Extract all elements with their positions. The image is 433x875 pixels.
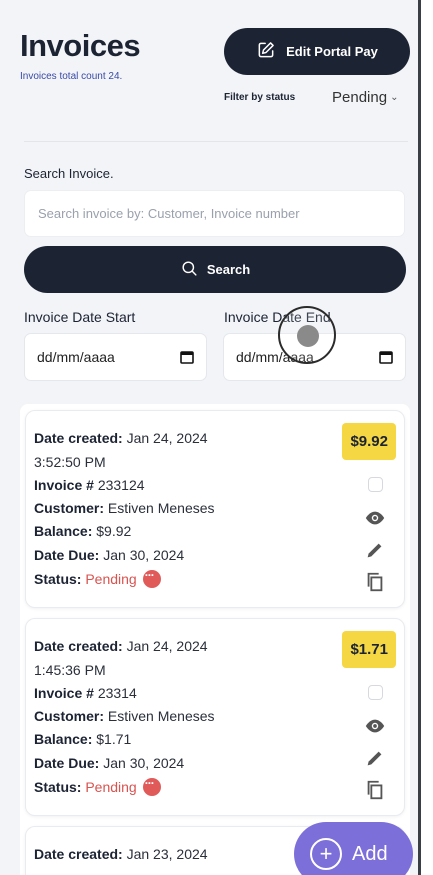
- select-checkbox[interactable]: [368, 685, 383, 700]
- page-title: Invoices: [20, 28, 141, 63]
- status-row: Status: Pending: [34, 776, 161, 796]
- invoice-number-row: Invoice # 23314: [34, 685, 137, 701]
- calendar-icon[interactable]: [180, 350, 194, 364]
- date-created-row: Date created: Jan 24, 2024: [34, 638, 208, 654]
- status-filter-select[interactable]: Pending ⌄: [332, 89, 398, 106]
- edit-pencil-icon[interactable]: [364, 747, 386, 769]
- search-button-label: Search: [206, 262, 251, 277]
- amount-badge: $1.71: [342, 631, 396, 668]
- touch-indicator: [278, 306, 336, 364]
- date-start-label: Invoice Date Start: [24, 309, 136, 325]
- edit-pencil-icon[interactable]: [364, 539, 386, 561]
- select-checkbox[interactable]: [368, 477, 383, 492]
- date-created-row: Date created: Jan 24, 2024: [34, 430, 208, 446]
- status-row: Status: Pending: [34, 568, 161, 588]
- date-due-row: Date Due: Jan 30, 2024: [34, 547, 185, 563]
- window-edge: [418, 0, 433, 875]
- add-button-label: Add: [352, 842, 388, 865]
- chevron-down-icon: ⌄: [390, 92, 399, 103]
- edit-portal-pay-button[interactable]: Edit Portal Pay: [224, 28, 410, 75]
- time-created: 3:52:50 PM: [34, 454, 106, 470]
- search-label: Search Invoice.: [24, 166, 114, 181]
- search-input[interactable]: Search invoice by: Customer, Invoice num…: [24, 190, 405, 237]
- amount-badge: $9.92: [342, 423, 396, 460]
- customer-row: Customer: Estiven Meneses: [34, 500, 215, 516]
- view-eye-icon[interactable]: [364, 715, 386, 737]
- status-filter-value: Pending: [332, 89, 388, 106]
- search-button[interactable]: Search: [24, 246, 406, 293]
- edit-icon: [256, 40, 276, 63]
- search-icon: [180, 259, 199, 281]
- time-created: 1:45:36 PM: [34, 662, 106, 678]
- filter-by-status-label: Filter by status: [224, 92, 296, 103]
- date-due-row: Date Due: Jan 30, 2024: [34, 755, 185, 771]
- invoice-card: Date created: Jan 24, 2024 3:52:50 PM In…: [25, 410, 405, 608]
- add-invoice-button[interactable]: + Add: [294, 822, 413, 875]
- view-eye-icon[interactable]: [364, 507, 386, 529]
- edit-portal-pay-label: Edit Portal Pay: [286, 44, 378, 59]
- balance-row: Balance: $1.71: [34, 731, 132, 747]
- calendar-icon[interactable]: [379, 350, 393, 364]
- copy-icon[interactable]: [364, 779, 386, 801]
- status-more-icon: [142, 568, 161, 588]
- invoice-list: Date created: Jan 24, 2024 3:52:50 PM In…: [20, 404, 410, 875]
- invoices-screen: Invoices Invoices total count 24. Edit P…: [0, 0, 418, 875]
- invoice-count: Invoices total count 24.: [20, 71, 123, 82]
- plus-icon: +: [310, 838, 342, 870]
- copy-icon[interactable]: [364, 571, 386, 593]
- balance-row: Balance: $9.92: [34, 523, 132, 539]
- date-start-value: dd/mm/aaaa: [37, 349, 115, 365]
- date-created-row: Date created: Jan 23, 2024: [34, 846, 208, 862]
- customer-row: Customer: Estiven Meneses: [34, 708, 215, 724]
- status-more-icon: [142, 776, 161, 796]
- date-start-input[interactable]: dd/mm/aaaa: [24, 333, 207, 381]
- invoice-number-row: Invoice # 233124: [34, 477, 145, 493]
- invoice-card: Date created: Jan 24, 2024 1:45:36 PM In…: [25, 618, 405, 816]
- divider: [24, 141, 408, 142]
- status-badge: Pending: [85, 779, 137, 795]
- status-badge: Pending: [85, 571, 137, 587]
